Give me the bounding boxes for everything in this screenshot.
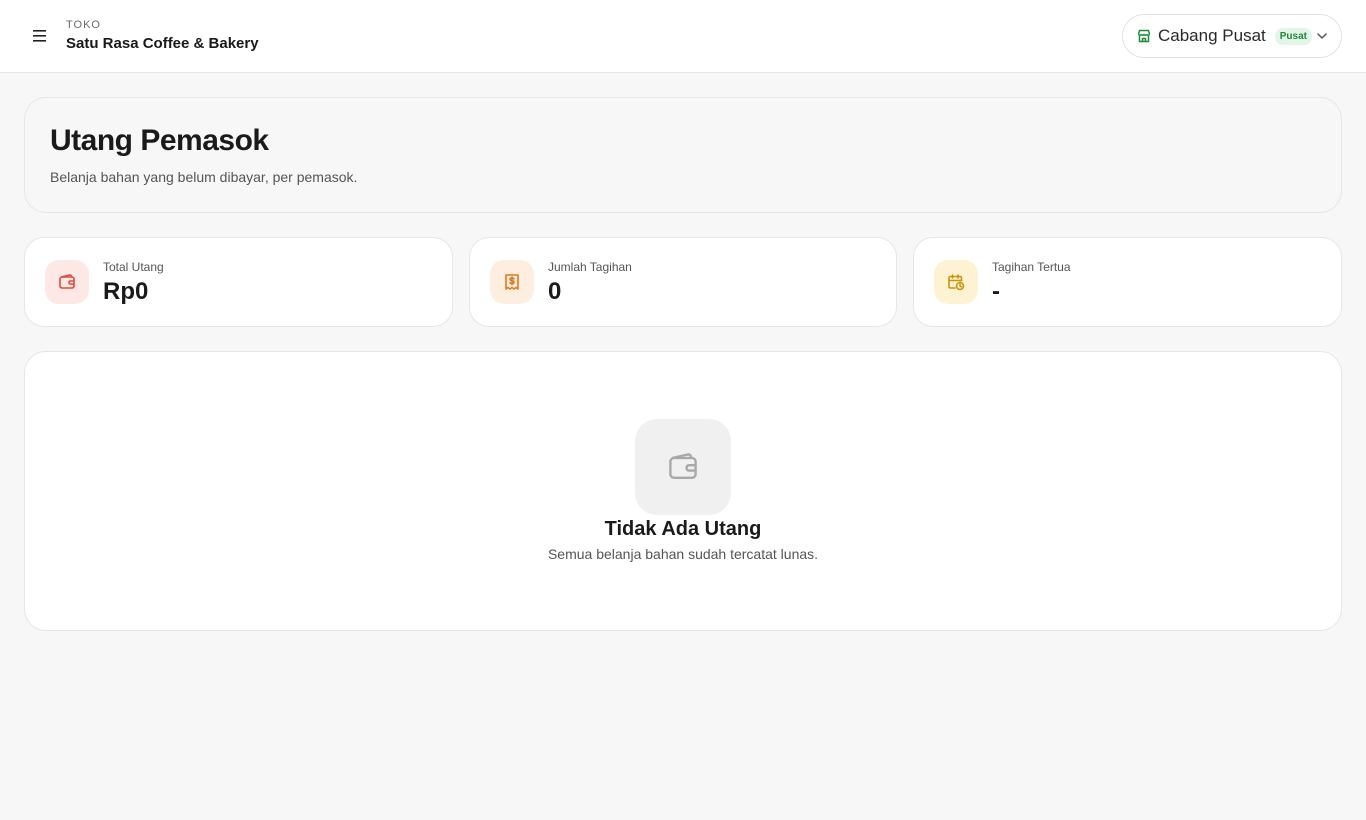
stat-card-tagihan-tertua: Tagihan Tertua - <box>913 237 1342 327</box>
branch-badge: Pusat <box>1274 27 1312 45</box>
branch-selector[interactable]: Cabang Pusat Pusat <box>1122 14 1342 58</box>
empty-state-title: Tidak Ada Utang <box>604 518 762 540</box>
chevron-down-icon <box>1315 29 1329 43</box>
stat-card-total-utang: Total Utang Rp0 <box>24 237 453 327</box>
page-subtitle: Belanja bahan yang belum dibayar, per pe… <box>50 169 358 185</box>
top-bar: TOKO Satu Rasa Coffee & Bakery Cabang Pu… <box>0 0 1366 73</box>
calendar-clock-icon <box>934 260 978 304</box>
store-icon <box>1136 28 1152 44</box>
menu-button[interactable] <box>28 24 52 48</box>
stat-card-jumlah-tagihan: Jumlah Tagihan 0 <box>469 237 897 327</box>
wallet-icon <box>635 419 731 515</box>
branch-name: Cabang Pusat <box>1158 26 1266 45</box>
store-name: Satu Rasa Coffee & Bakery <box>66 35 259 52</box>
stat-label: Total Utang <box>103 260 164 274</box>
receipt-dollar-icon <box>490 260 534 304</box>
empty-state-description: Semua belanja bahan sudah tercatat lunas… <box>547 546 819 562</box>
empty-state-card: Tidak Ada Utang Semua belanja bahan suda… <box>24 351 1342 631</box>
page-title: Utang Pemasok <box>50 124 269 157</box>
wallet-icon <box>45 260 89 304</box>
stat-value: - <box>992 278 1000 305</box>
stat-value: 0 <box>548 278 562 305</box>
store-label: TOKO <box>66 19 101 31</box>
stat-value: Rp0 <box>103 278 149 305</box>
menu-icon <box>33 30 46 42</box>
stat-label: Jumlah Tagihan <box>548 260 632 274</box>
page-header-card: Utang Pemasok Belanja bahan yang belum d… <box>24 97 1342 213</box>
stat-label: Tagihan Tertua <box>992 260 1071 274</box>
